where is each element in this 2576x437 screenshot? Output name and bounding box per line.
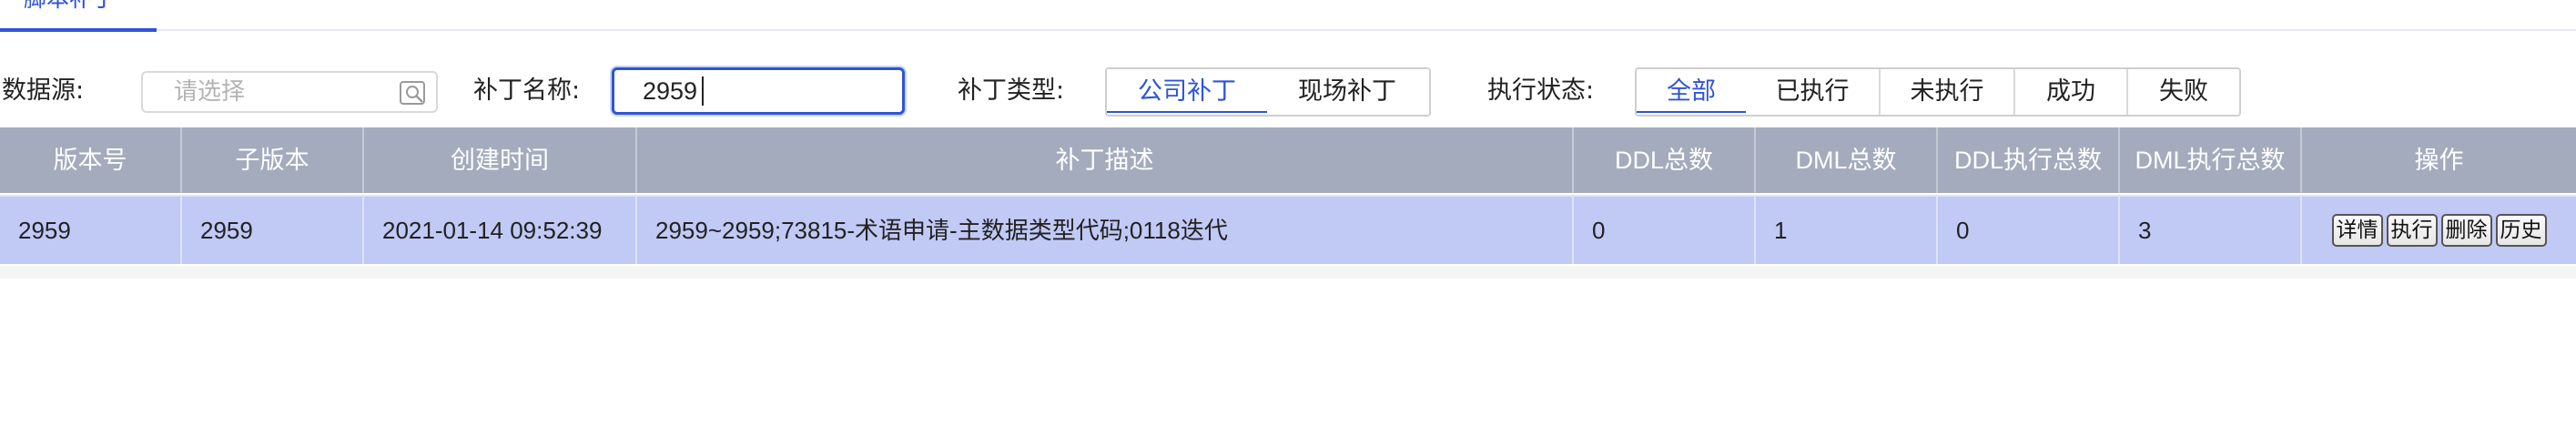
exec-status-toggle: 全部 已执行 未执行 成功 失败 — [1635, 67, 2241, 117]
col-created: 创建时间 — [364, 127, 637, 193]
active-tab-indicator — [0, 28, 157, 32]
patch-type-company[interactable]: 公司补丁 — [1107, 69, 1269, 113]
patch-name-label: 补丁名称: — [473, 76, 581, 105]
cell-dml-total: 1 — [1756, 197, 1938, 264]
col-dml-exec-total: DML执行总数 — [2120, 127, 2302, 193]
tab-bar: 脚本补丁 — [0, 0, 2576, 32]
col-actions: 操作 — [2414, 147, 2464, 174]
status-not-executed[interactable]: 未执行 — [1881, 69, 2015, 115]
col-dml-total: DML总数 — [1756, 127, 1938, 193]
history-button[interactable]: 历史 — [2495, 214, 2547, 247]
status-executed[interactable]: 已执行 — [1746, 69, 1881, 115]
table-row[interactable]: 2959 2959 2021-01-14 09:52:39 2959~2959;… — [0, 195, 2576, 264]
col-ddl-exec-total: DDL执行总数 — [1938, 127, 2120, 193]
col-sub-version: 子版本 — [182, 127, 364, 193]
status-all[interactable]: 全部 — [1637, 69, 1748, 113]
col-description: 补丁描述 — [637, 127, 1574, 193]
cell-created: 2021-01-14 09:52:39 — [364, 197, 637, 264]
patch-type-onsite[interactable]: 现场补丁 — [1267, 69, 1427, 115]
detail-button[interactable]: 详情 — [2331, 214, 2383, 247]
col-version: 版本号 — [0, 127, 182, 193]
patch-type-toggle: 公司补丁 现场补丁 — [1105, 67, 1431, 117]
cell-ddl-exec-total: 0 — [1938, 197, 2120, 264]
cell-version: 2959 — [0, 197, 182, 264]
cell-dml-exec-total: 3 — [2120, 197, 2302, 264]
table-footer-shade — [0, 266, 2576, 279]
tab-label: 脚本补丁 — [24, 0, 115, 12]
cell-ddl-total: 0 — [1574, 197, 1756, 264]
patch-type-label: 补丁类型: — [958, 76, 1065, 105]
col-ddl-total: DDL总数 — [1574, 127, 1756, 193]
tab-script-patch[interactable]: 脚本补丁 — [0, 0, 157, 31]
cell-sub-version: 2959 — [182, 197, 364, 264]
datasource-select[interactable]: 请选择 — [141, 71, 438, 113]
datasource-placeholder: 请选择 — [174, 78, 246, 106]
status-success[interactable]: 成功 — [2015, 69, 2128, 115]
execute-button[interactable]: 执行 — [2386, 214, 2438, 247]
text-caret — [702, 76, 704, 106]
search-select-icon[interactable] — [398, 78, 429, 107]
exec-status-label: 执行状态: — [1487, 76, 1595, 105]
patch-name-value: 2959 — [643, 77, 698, 105]
status-failed[interactable]: 失败 — [2128, 69, 2239, 115]
table-header: 版本号 子版本 创建时间 补丁描述 DDL总数 DML总数 DDL执行总数 DM… — [0, 127, 2576, 193]
cell-description: 2959~2959;73815-术语申请-主数据类型代码;0118迭代 — [637, 197, 1574, 264]
delete-button[interactable]: 删除 — [2440, 214, 2492, 247]
cell-actions: 详情 执行 删除 历史 — [2302, 197, 2576, 264]
datasource-label: 数据源: — [2, 76, 85, 105]
filter-bar: 数据源: 请选择 补丁名称: 2959 补丁类型: 公司补丁 现场补丁 执行状态… — [0, 64, 2576, 118]
